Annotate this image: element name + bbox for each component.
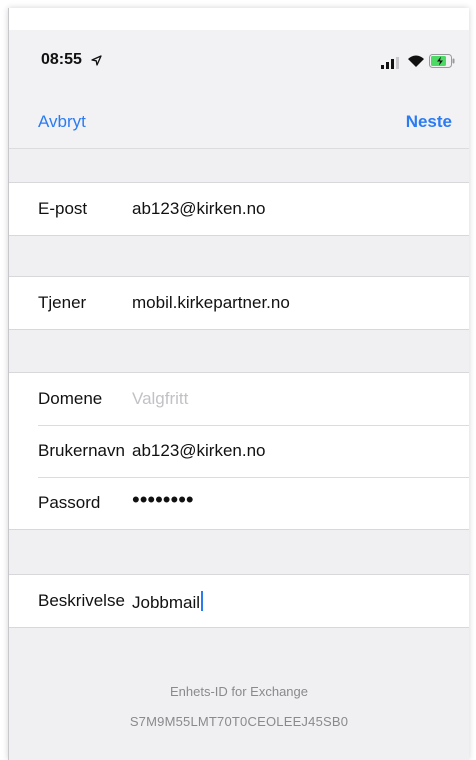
server-row[interactable]: Tjener mobil.kirkepartner.no [9,277,469,329]
status-bar: 08:55 [9,30,469,90]
top-strip [9,8,469,30]
text-cursor [201,591,204,611]
description-field[interactable]: Jobbmail [132,591,204,613]
server-group: Tjener mobil.kirkepartner.no [9,276,469,330]
server-field[interactable]: mobil.kirkepartner.no [132,293,290,313]
description-group: Beskrivelse Jobbmail [9,574,469,628]
description-row[interactable]: Beskrivelse Jobbmail [9,575,469,627]
username-row[interactable]: Brukernavn ab123@kirken.no [9,425,469,477]
email-group: E-post ab123@kirken.no [9,182,469,236]
domain-label: Domene [38,389,103,408]
username-label: Brukernavn [38,441,125,460]
navigation-bar: Avbryt Neste [9,90,469,149]
location-arrow-icon [91,53,102,71]
username-field[interactable]: ab123@kirken.no [132,441,266,461]
email-label: E-post [38,199,88,218]
wifi-icon [407,54,425,73]
device-id-value: S7M9M55LMT70T0CEOLEEJ45SB0 [129,714,349,729]
battery-charging-icon [429,54,455,73]
description-label: Beskrivelse [38,591,125,610]
email-row[interactable]: E-post ab123@kirken.no [9,183,469,235]
device-id-title: Enhets-ID for Exchange [169,684,309,699]
credentials-group: Domene Valgfritt Brukernavn ab123@kirken… [9,372,469,530]
next-button[interactable]: Neste [406,112,452,132]
password-label: Passord [38,493,101,512]
cancel-button[interactable]: Avbryt [38,112,86,132]
email-field[interactable]: ab123@kirken.no [132,199,266,219]
server-label: Tjener [38,293,87,312]
domain-field[interactable]: Valgfritt [132,389,188,409]
phone-screen: 08:55 Avbryt Neste E-post ab123@kirken.n… [8,8,469,760]
status-time: 08:55 [41,51,82,68]
signal-icon [381,56,399,74]
description-value: Jobbmail [132,593,201,612]
password-row[interactable]: Passord •••••••• [9,477,469,529]
domain-row[interactable]: Domene Valgfritt [9,373,469,425]
password-field[interactable]: •••••••• [132,487,194,513]
